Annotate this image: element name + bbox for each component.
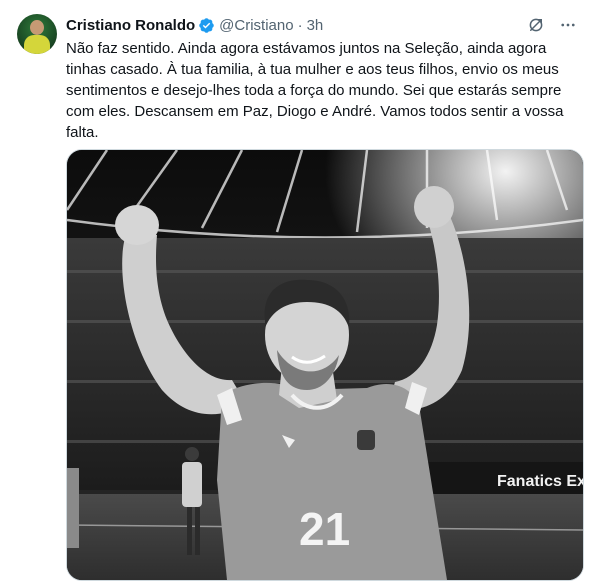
photo-canvas: rco Fanatics Ex xyxy=(67,150,583,580)
verified-badge-icon xyxy=(199,17,214,33)
tweet-photo[interactable]: rco Fanatics Ex xyxy=(66,149,584,581)
avatar-shirt xyxy=(24,35,50,54)
separator-dot: · xyxy=(297,16,303,34)
author-name[interactable]: Cristiano Ronaldo xyxy=(66,17,195,34)
tweet-time[interactable]: 3h xyxy=(307,17,324,34)
grok-icon[interactable] xyxy=(526,15,546,35)
ad-board-text: Fanatics Ex xyxy=(497,473,583,490)
author-handle[interactable]: @Cristiano xyxy=(219,17,293,34)
tweet-text: Não faz sentido. Ainda agora estávamos j… xyxy=(66,40,568,141)
more-icon[interactable] xyxy=(558,15,578,35)
jersey-number: 21 xyxy=(299,503,350,555)
avatar[interactable] xyxy=(17,14,57,54)
tweet-actions xyxy=(526,14,578,36)
tweet: Cristiano Ronaldo @Cristiano · 3h Não fa… xyxy=(0,0,598,581)
avatar-head xyxy=(30,20,44,35)
tweet-header: Cristiano Ronaldo @Cristiano · 3h xyxy=(66,14,578,36)
